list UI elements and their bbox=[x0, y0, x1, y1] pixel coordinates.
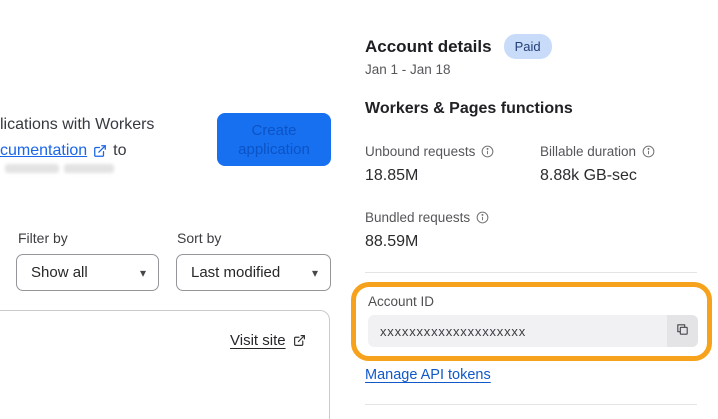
chevron-down-icon: ▾ bbox=[311, 265, 318, 280]
sort-select[interactable]: Last modified ▾ bbox=[176, 254, 331, 291]
sort-by-label: Sort by bbox=[177, 230, 222, 246]
visit-site-link[interactable]: Visit site bbox=[230, 332, 306, 349]
external-link-icon bbox=[93, 144, 107, 158]
external-link-icon bbox=[293, 334, 306, 347]
documentation-link[interactable]: cumentation bbox=[0, 142, 87, 160]
stat-label-billable-duration: Billable duration bbox=[540, 144, 655, 159]
filter-by-label: Filter by bbox=[18, 230, 68, 246]
stat-value-bundled-requests: 88.59M bbox=[365, 233, 419, 250]
plan-badge: Paid bbox=[503, 34, 552, 59]
divider bbox=[365, 272, 697, 273]
stat-label-text: Billable duration bbox=[540, 144, 637, 159]
page-title: Account details bbox=[365, 36, 492, 56]
info-icon[interactable] bbox=[642, 145, 655, 158]
chevron-down-icon: ▾ bbox=[139, 265, 146, 280]
create-application-button[interactable]: Create application bbox=[217, 113, 331, 166]
manage-api-tokens-link[interactable]: Manage API tokens bbox=[365, 367, 491, 383]
info-icon[interactable] bbox=[481, 145, 494, 158]
visit-site-label: Visit site bbox=[230, 332, 286, 349]
divider bbox=[365, 404, 697, 405]
usage-section-title: Workers & Pages functions bbox=[365, 100, 573, 117]
info-icon[interactable] bbox=[476, 211, 489, 224]
intro-text-line2: cumentation to bbox=[0, 142, 127, 160]
sort-select-value: Last modified bbox=[191, 264, 281, 281]
stat-label-text: Unbound requests bbox=[365, 144, 476, 159]
account-id-label: Account ID bbox=[368, 294, 435, 309]
copy-icon bbox=[675, 322, 690, 340]
faded-text-artifact bbox=[64, 164, 114, 173]
stat-label-unbound-requests: Unbound requests bbox=[365, 144, 494, 159]
stat-value-unbound-requests: 18.85M bbox=[365, 167, 419, 184]
filter-select[interactable]: Show all ▾ bbox=[16, 254, 159, 291]
billing-date-range: Jan 1 - Jan 18 bbox=[365, 62, 451, 77]
worker-site-card bbox=[0, 310, 330, 419]
account-details-header: Account details Paid bbox=[365, 34, 552, 59]
faded-text-artifact bbox=[5, 164, 59, 173]
intro-text-line1: lications with Workers bbox=[0, 116, 155, 133]
intro-text-suffix: to bbox=[113, 142, 127, 159]
account-id-field-group bbox=[368, 315, 698, 347]
stat-label-bundled-requests: Bundled requests bbox=[365, 210, 489, 225]
stat-value-billable-duration: 8.88k GB-sec bbox=[540, 167, 637, 184]
account-id-input[interactable] bbox=[368, 315, 666, 347]
stat-label-text: Bundled requests bbox=[365, 210, 471, 225]
workers-overview-page: lications with Workers cumentation to Cr… bbox=[0, 0, 718, 419]
copy-account-id-button[interactable] bbox=[667, 315, 698, 347]
filter-select-value: Show all bbox=[31, 264, 88, 281]
